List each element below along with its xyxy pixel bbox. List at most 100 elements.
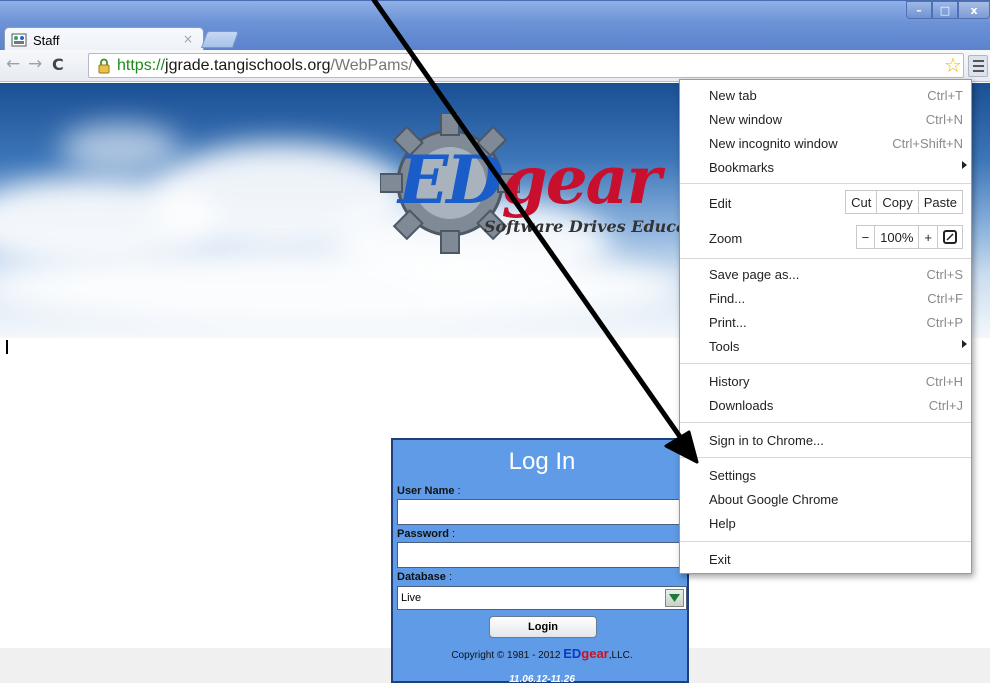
menu-label: Zoom — [709, 231, 743, 246]
menu-label: Help — [709, 516, 736, 531]
zoom-out-button[interactable]: − — [857, 226, 875, 248]
fullscreen-button[interactable] — [937, 226, 962, 248]
menu-separator — [680, 363, 971, 364]
menu-shortcut: Ctrl+P — [926, 315, 963, 330]
menu-label: Save page as... — [709, 267, 800, 282]
address-bar[interactable]: https://jgrade.tangischools.org/WebPams/ — [88, 53, 964, 78]
menu-label: Settings — [709, 468, 756, 483]
menu-label: Find... — [709, 291, 746, 306]
menu-label: Bookmarks — [709, 160, 775, 175]
menu-separator — [680, 258, 971, 259]
menu-separator — [680, 457, 971, 458]
password-label-text: Password — [397, 528, 449, 540]
browser-tab[interactable]: Staff × — [4, 27, 204, 51]
database-value: Live — [401, 592, 422, 604]
menu-shortcut: Ctrl+S — [926, 267, 963, 282]
menu-item-exit[interactable]: Exit — [680, 549, 971, 571]
zoom-button-group: − 100% + — [855, 225, 963, 249]
menu-label: New tab — [709, 88, 757, 103]
copyright-suffix: ,LLC. — [608, 650, 633, 661]
cut-button[interactable]: Cut — [846, 191, 876, 213]
dropdown-arrow-icon[interactable] — [665, 589, 684, 607]
menu-item-about[interactable]: About Google Chrome — [680, 489, 971, 511]
menu-shortcut: Ctrl+N — [925, 112, 963, 127]
copy-button[interactable]: Copy — [876, 191, 917, 213]
menu-label: New incognito window — [709, 136, 838, 151]
window-controls: – □ x — [906, 1, 990, 23]
menu-item-tools[interactable]: Tools — [680, 336, 971, 358]
username-label-text: User Name — [397, 485, 455, 497]
menu-label: Exit — [709, 552, 731, 567]
menu-label: History — [709, 374, 750, 389]
copyright-ed: ED — [563, 646, 582, 661]
new-tab-button[interactable] — [200, 31, 240, 48]
logo-ed-text: ED — [398, 141, 504, 219]
paste-button[interactable]: Paste — [917, 191, 962, 213]
menu-item-print[interactable]: Print... Ctrl+P — [680, 312, 971, 334]
login-title: Log In — [508, 448, 576, 475]
menu-shortcut: Ctrl+H — [925, 374, 963, 389]
menu-item-edit: Edit Cut Copy Paste — [680, 190, 971, 216]
copyright-text: Copyright © 1981 - 2012 EDgear,LLC. — [393, 646, 691, 661]
menu-item-save-page[interactable]: Save page as... Ctrl+S — [680, 264, 971, 286]
menu-item-find[interactable]: Find... Ctrl+F — [680, 288, 971, 310]
window-titlebar: Staff × – □ x — [0, 0, 990, 51]
bookmark-star-icon[interactable]: ☆ — [944, 53, 962, 77]
maximize-button[interactable]: □ — [932, 1, 958, 19]
menu-shortcut: Ctrl+Shift+N — [892, 136, 963, 151]
menu-item-zoom: Zoom − 100% + — [680, 225, 971, 251]
menu-label: New window — [709, 112, 782, 127]
menu-label: Downloads — [709, 398, 774, 413]
password-label: Password : — [397, 528, 455, 540]
login-panel: Log In User Name : Password : Database :… — [391, 438, 689, 683]
close-window-button[interactable]: x — [958, 1, 990, 19]
chrome-menu: New tab Ctrl+T New window Ctrl+N New inc… — [679, 79, 972, 574]
submenu-arrow-icon — [962, 161, 967, 169]
menu-shortcut: Ctrl+T — [927, 88, 963, 103]
password-label-colon: : — [452, 528, 456, 540]
menu-item-help[interactable]: Help — [680, 513, 971, 535]
copyright-prefix: Copyright © 1981 - 2012 — [451, 650, 561, 661]
menu-separator — [680, 422, 971, 423]
url-path: /WebPams/ — [330, 57, 413, 74]
menu-separator — [680, 183, 971, 184]
tab-title: Staff — [33, 33, 60, 48]
url-host: jgrade.tangischools.org — [165, 57, 331, 74]
login-button[interactable]: Login — [489, 616, 597, 638]
back-arrow-icon[interactable]: ← — [6, 54, 20, 74]
database-label-colon: : — [448, 571, 453, 583]
password-input[interactable] — [397, 542, 687, 568]
database-select[interactable]: Live — [397, 586, 687, 610]
menu-shortcut: Ctrl+F — [927, 291, 963, 306]
menu-item-history[interactable]: History Ctrl+H — [680, 371, 971, 393]
menu-item-sign-in[interactable]: Sign in to Chrome... — [680, 430, 971, 452]
menu-label: Print... — [709, 315, 747, 330]
menu-label: About Google Chrome — [709, 492, 839, 507]
username-label: User Name : — [397, 485, 461, 497]
logo-gear-text: gear — [501, 141, 662, 219]
url-text: https://jgrade.tangischools.org/WebPams/ — [117, 57, 413, 75]
zoom-level: 100% — [874, 226, 918, 248]
submenu-arrow-icon — [962, 340, 967, 348]
minimize-button[interactable]: – — [906, 1, 932, 19]
menu-item-settings[interactable]: Settings — [680, 465, 971, 487]
url-scheme: https:// — [117, 57, 166, 74]
reload-icon[interactable]: C — [52, 55, 64, 74]
staff-favicon-icon — [11, 33, 27, 47]
tab-close-icon[interactable]: × — [183, 32, 193, 46]
menu-item-new-tab[interactable]: New tab Ctrl+T — [680, 85, 971, 107]
menu-item-bookmarks[interactable]: Bookmarks — [680, 157, 971, 179]
menu-shortcut: Ctrl+J — [928, 398, 963, 413]
edit-button-group: Cut Copy Paste — [845, 190, 963, 214]
database-label: Database : — [397, 571, 452, 583]
username-label-colon: : — [457, 485, 461, 497]
forward-arrow-icon[interactable]: → — [28, 54, 42, 74]
menu-item-new-incognito-window[interactable]: New incognito window Ctrl+Shift+N — [680, 133, 971, 155]
menu-label: Tools — [709, 339, 740, 354]
page-marker — [6, 340, 8, 354]
menu-item-new-window[interactable]: New window Ctrl+N — [680, 109, 971, 131]
zoom-in-button[interactable]: + — [918, 226, 937, 248]
username-input[interactable] — [397, 499, 687, 525]
chrome-menu-icon[interactable] — [968, 55, 988, 77]
menu-item-downloads[interactable]: Downloads Ctrl+J — [680, 395, 971, 417]
